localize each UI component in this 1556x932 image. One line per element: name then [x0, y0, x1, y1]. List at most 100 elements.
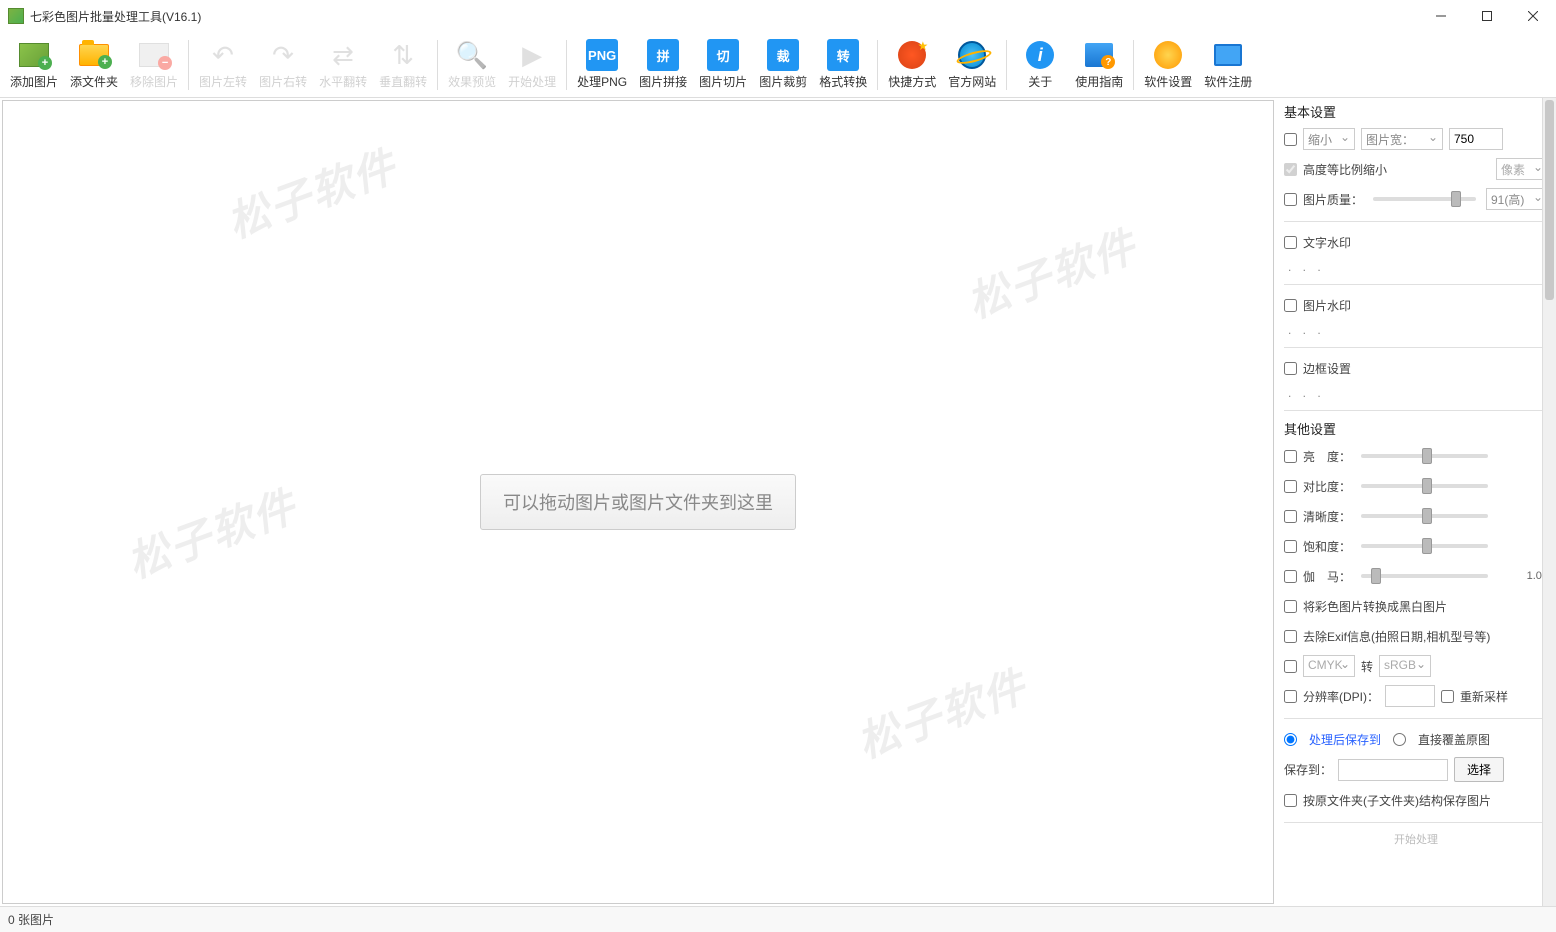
globe-icon [956, 39, 988, 71]
contrast-value: 0 [1498, 480, 1548, 492]
basic-settings-title: 基本设置 [1284, 102, 1548, 121]
sharpness-slider[interactable] [1361, 514, 1488, 518]
register-button[interactable]: 软件注册 [1198, 34, 1258, 96]
process-png-button[interactable]: PNG 处理PNG [571, 34, 633, 96]
quality-value-select[interactable]: 91(高) [1486, 188, 1548, 210]
drop-hint: 可以拖动图片或图片文件夹到这里 [480, 474, 796, 530]
window-title: 七彩色图片批量处理工具(V16.1) [30, 8, 201, 25]
settings-button[interactable]: 软件设置 [1138, 34, 1198, 96]
image-join-button[interactable]: 拼 图片拼接 [633, 34, 693, 96]
text-watermark-checkbox[interactable] [1284, 236, 1297, 249]
preview-button[interactable]: 🔍 效果预览 [442, 34, 502, 96]
brightness-slider[interactable] [1361, 454, 1488, 458]
contrast-checkbox[interactable] [1284, 480, 1297, 493]
sharpness-checkbox[interactable] [1284, 510, 1297, 523]
website-button[interactable]: 官方网站 [942, 34, 1002, 96]
add-image-icon: + [18, 39, 50, 71]
exif-checkbox[interactable] [1284, 630, 1297, 643]
gear-icon [1152, 39, 1184, 71]
window-controls [1418, 0, 1556, 32]
image-watermark-expand[interactable]: . . . [1284, 323, 1548, 337]
play-icon: ▶ [516, 39, 548, 71]
flip-vertical-button[interactable]: ⇅ 垂直翻转 [373, 34, 433, 96]
ratio-checkbox [1284, 163, 1297, 176]
guide-button[interactable]: ? 使用指南 [1069, 34, 1129, 96]
info-icon: i [1024, 39, 1056, 71]
cmyk-checkbox[interactable] [1284, 660, 1297, 673]
saturation-checkbox[interactable] [1284, 540, 1297, 553]
bw-label: 将彩色图片转换成黑白图片 [1303, 598, 1447, 615]
cmyk-select[interactable]: CMYK [1303, 655, 1355, 677]
save-to-radio[interactable] [1284, 733, 1297, 746]
settings-panel: 基本设置 缩小 图片宽： 高度等比例缩小 像素 图片质量： 91(高) [1276, 98, 1556, 906]
canvas-dropzone[interactable]: 松子软件 松子软件 松子软件 松子软件 可以拖动图片或图片文件夹到这里 [2, 100, 1274, 904]
bw-checkbox[interactable] [1284, 600, 1297, 613]
select-folder-button[interactable]: 选择 [1454, 757, 1504, 782]
scrollbar[interactable] [1542, 98, 1556, 906]
rotate-right-button[interactable]: ↷ 图片右转 [253, 34, 313, 96]
quality-slider[interactable] [1373, 197, 1476, 201]
join-icon: 拼 [647, 39, 679, 71]
saturation-slider[interactable] [1361, 544, 1488, 548]
image-crop-button[interactable]: 裁 图片裁剪 [753, 34, 813, 96]
shortcut-icon: ★ [896, 39, 928, 71]
overwrite-radio[interactable] [1393, 733, 1406, 746]
width-label-select[interactable]: 图片宽： [1361, 128, 1443, 150]
scrollbar-thumb[interactable] [1545, 100, 1554, 300]
maximize-button[interactable] [1464, 0, 1510, 32]
gamma-slider[interactable] [1361, 574, 1488, 578]
shrink-select[interactable]: 缩小 [1303, 128, 1355, 150]
start-process-button[interactable]: 开始处理 [1284, 831, 1548, 847]
saturation-value: 0 [1498, 540, 1548, 552]
book-icon: ? [1083, 39, 1115, 71]
crop-icon: 裁 [767, 39, 799, 71]
brightness-value: 0 [1498, 450, 1548, 462]
start-button[interactable]: ▶ 开始处理 [502, 34, 562, 96]
add-folder-button[interactable]: + 添文件夹 [64, 34, 124, 96]
srgb-select[interactable]: sRGB [1379, 655, 1431, 677]
dpi-input[interactable] [1385, 685, 1435, 707]
watermark: 松子软件 [118, 473, 304, 591]
convert-icon: 转 [827, 39, 859, 71]
flip-h-icon: ⇄ [327, 39, 359, 71]
border-checkbox[interactable] [1284, 362, 1297, 375]
close-button[interactable] [1510, 0, 1556, 32]
titlebar: 七彩色图片批量处理工具(V16.1) [0, 0, 1556, 32]
add-image-button[interactable]: + 添加图片 [4, 34, 64, 96]
save-to-label: 保存到： [1284, 761, 1332, 778]
remove-image-icon: − [138, 39, 170, 71]
add-folder-icon: + [78, 39, 110, 71]
save-path-input[interactable] [1338, 759, 1448, 781]
border-expand[interactable]: . . . [1284, 386, 1548, 400]
image-watermark-checkbox[interactable] [1284, 299, 1297, 312]
flip-horizontal-button[interactable]: ⇄ 水平翻转 [313, 34, 373, 96]
minimize-button[interactable] [1418, 0, 1464, 32]
rotate-left-button[interactable]: ↶ 图片左转 [193, 34, 253, 96]
resample-label: 重新采样 [1460, 688, 1508, 705]
rotate-left-icon: ↶ [207, 39, 239, 71]
image-watermark-label: 图片水印 [1303, 297, 1351, 314]
shrink-checkbox[interactable] [1284, 133, 1297, 146]
width-input[interactable] [1449, 128, 1503, 150]
unit-select[interactable]: 像素 [1496, 158, 1548, 180]
convert-to-label: 转 [1361, 658, 1373, 675]
contrast-slider[interactable] [1361, 484, 1488, 488]
remove-image-button[interactable]: − 移除图片 [124, 34, 184, 96]
sharpness-label: 清晰度： [1303, 508, 1351, 525]
keep-structure-checkbox[interactable] [1284, 794, 1297, 807]
shortcut-button[interactable]: ★ 快捷方式 [882, 34, 942, 96]
text-watermark-expand[interactable]: . . . [1284, 260, 1548, 274]
format-convert-button[interactable]: 转 格式转换 [813, 34, 873, 96]
sharpness-value: 0 [1498, 510, 1548, 522]
watermark: 松子软件 [218, 133, 404, 251]
resample-checkbox[interactable] [1441, 690, 1454, 703]
gamma-checkbox[interactable] [1284, 570, 1297, 583]
about-button[interactable]: i 关于 [1011, 34, 1069, 96]
dpi-checkbox[interactable] [1284, 690, 1297, 703]
text-watermark-label: 文字水印 [1303, 234, 1351, 251]
image-slice-button[interactable]: 切 图片切片 [693, 34, 753, 96]
other-settings-title: 其他设置 [1284, 419, 1548, 438]
quality-checkbox[interactable] [1284, 193, 1297, 206]
brightness-checkbox[interactable] [1284, 450, 1297, 463]
app-icon [8, 8, 24, 24]
